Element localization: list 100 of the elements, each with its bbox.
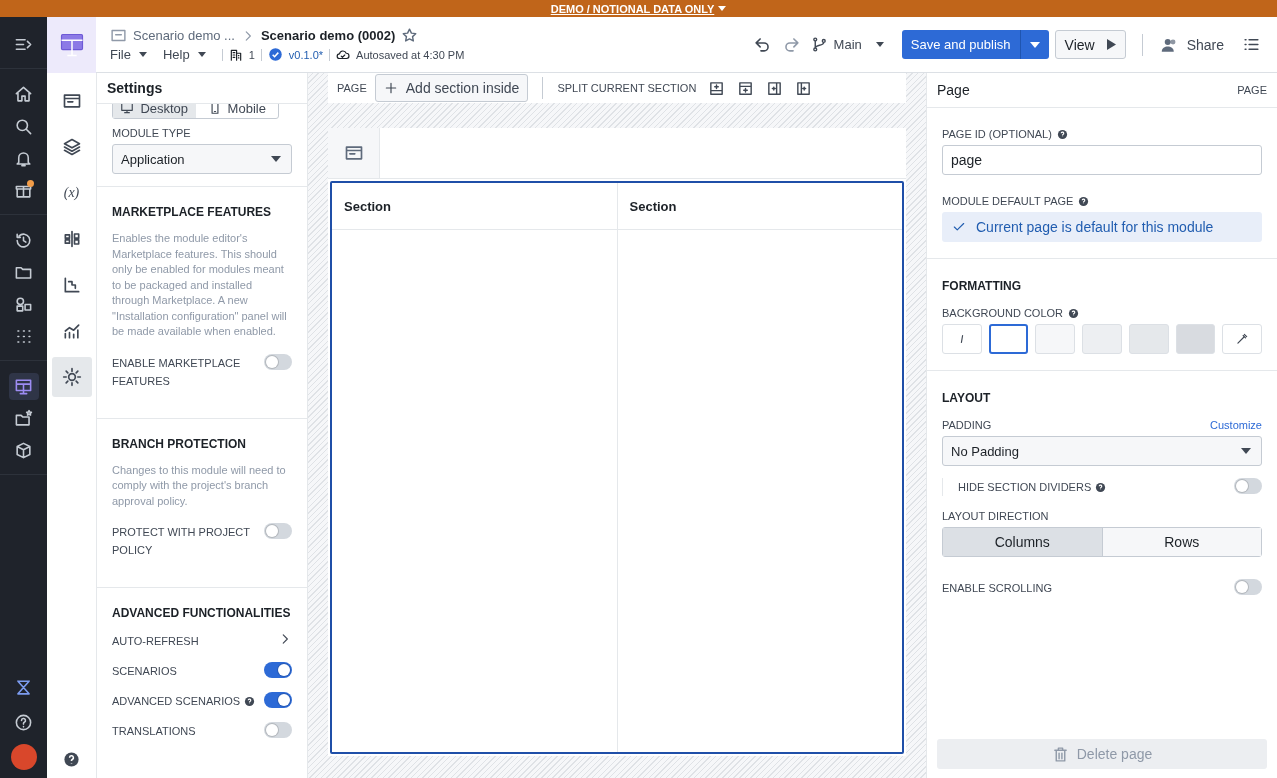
color-picker-button[interactable]	[1222, 324, 1263, 354]
rail-button[interactable]	[8, 373, 39, 400]
panel-title: Settings	[107, 80, 163, 96]
setting-label: PROTECT WITH PROJECT POLICY	[112, 525, 251, 558]
add-section-button[interactable]: Add section inside	[374, 74, 529, 102]
caret-icon	[197, 52, 206, 57]
folder-star-icon	[14, 409, 33, 428]
undo-icon[interactable]	[752, 35, 772, 54]
tool-tab[interactable]	[51, 357, 92, 397]
panel-title: Page	[937, 82, 970, 98]
setting-label: ENABLE MARKETPLACE FEATURES	[112, 355, 242, 389]
branch-selector[interactable]: Main	[810, 36, 884, 53]
trash-icon	[1051, 745, 1069, 763]
page-icon	[343, 143, 364, 163]
menu-button[interactable]: Help	[162, 47, 206, 62]
setting-label: ENABLE SCROLLING	[942, 581, 1053, 596]
star-icon[interactable]	[401, 27, 419, 44]
field-label: PADDING	[942, 419, 992, 431]
autosave-status: Autosaved at 4:30 PM	[356, 48, 465, 61]
toggle-switch[interactable]	[264, 523, 292, 539]
page-icon	[110, 27, 127, 44]
color-swatch[interactable]	[988, 324, 1029, 354]
layers-icon	[61, 137, 82, 157]
caret-icon	[138, 52, 147, 57]
section-title: BRANCH PROTECTION	[112, 436, 247, 451]
callout-text: Current page is default for this module	[976, 219, 1214, 235]
search-icon	[14, 117, 33, 136]
layout-direction-option[interactable]: Columns	[943, 528, 1103, 556]
toggle-switch[interactable]	[1234, 478, 1262, 494]
toolbar-label: SPLIT CURRENT SECTION	[557, 82, 697, 94]
caret-icon	[271, 156, 281, 162]
save-and-publish-button[interactable]: Save and publish	[901, 30, 1021, 59]
section-description: Changes to this module will need to comply with the project's branch approval policy.	[112, 462, 287, 509]
toggle-switch[interactable]	[264, 353, 292, 370]
view-button[interactable]: View	[1054, 30, 1126, 59]
building-icon	[228, 47, 243, 62]
breadcrumb-link[interactable]: Scenario demo ...	[133, 28, 235, 43]
caret-icon	[1241, 448, 1251, 454]
split-below-icon[interactable]	[737, 79, 755, 97]
setting-label: ADVANCED SCENARIOS	[112, 692, 256, 710]
help-icon[interactable]	[244, 695, 256, 707]
section-header[interactable]: Section	[617, 183, 902, 230]
toggle-switch[interactable]	[264, 692, 292, 708]
split-above-icon[interactable]	[708, 79, 726, 97]
caret-icon	[718, 6, 727, 11]
field-label: MODULE DEFAULT PAGE	[942, 195, 1262, 207]
section-title: LAYOUT	[942, 391, 992, 405]
history-icon	[14, 231, 33, 250]
page-id-field[interactable]: page	[942, 145, 1262, 175]
notification-dot	[26, 180, 34, 187]
help-icon[interactable]	[1068, 307, 1080, 319]
shapes-icon	[14, 295, 33, 314]
layout-direction-option[interactable]: Rows	[1102, 528, 1261, 556]
help-icon[interactable]	[1078, 195, 1090, 207]
toggle-switch[interactable]	[1234, 579, 1262, 595]
help-icon[interactable]	[1095, 481, 1107, 493]
section-title: ADVANCED FUNCTIONALITIES	[112, 606, 292, 620]
split-right-icon[interactable]	[795, 79, 813, 97]
checkmark-icon	[952, 220, 966, 234]
help-icon[interactable]	[63, 751, 80, 768]
device-toggle[interactable]: Mobile	[195, 104, 278, 118]
cube-icon	[14, 441, 33, 460]
section-title: FORMATTING	[942, 279, 1023, 293]
section-container[interactable]: Section Section	[330, 181, 904, 754]
setting-label: SCENARIOS	[112, 664, 177, 679]
help-icon[interactable]	[1056, 128, 1068, 140]
project-count: 1	[248, 48, 255, 61]
section-title: MARKETPLACE FEATURES	[112, 205, 273, 219]
toggle-switch[interactable]	[264, 662, 292, 678]
tool-tab[interactable]: (x)	[51, 173, 92, 213]
version-link[interactable]: v0.1.0*	[288, 48, 324, 61]
no-color-swatch[interactable]	[942, 324, 982, 354]
banner-link[interactable]: DEMO / NOTIONAL DATA ONLY	[550, 2, 715, 15]
avatar[interactable]	[10, 744, 37, 770]
page-icon	[61, 91, 82, 111]
eyedropper-icon	[1235, 332, 1250, 346]
toggle-switch[interactable]	[264, 722, 292, 738]
split-left-icon[interactable]	[766, 79, 784, 97]
toolbar-label: PAGE	[337, 82, 367, 94]
module-title: Scenario demo (0002)	[260, 28, 396, 43]
caret-icon	[1029, 41, 1040, 48]
menu-button[interactable]: File	[110, 47, 147, 62]
save-options-button[interactable]	[1020, 30, 1049, 59]
verified-badge-icon	[267, 47, 283, 62]
bell-icon	[14, 149, 33, 168]
setting-label: HIDE SECTION DIVIDERS	[958, 478, 1107, 496]
setting-label: TRANSLATIONS	[112, 724, 196, 739]
share-button[interactable]: Share	[1158, 35, 1232, 54]
section-description: Enables the module editor's Marketplace features. This should only be enabled for modules meant to be packaged and installed through Marketplace. A new "Installation configuration" panel will be made available when enabled.	[112, 231, 288, 339]
field-label: PAGE ID (OPTIONAL)	[942, 128, 1262, 140]
grid-icon	[14, 327, 33, 346]
section-header[interactable]: Section	[332, 183, 617, 230]
caret-icon	[875, 42, 884, 47]
monitor-icon	[120, 104, 135, 115]
module-type-select[interactable]: Application	[112, 144, 292, 174]
page-tab[interactable]	[328, 128, 380, 178]
device-toggle[interactable]: Desktop	[113, 104, 196, 118]
padding-select[interactable]: No Padding	[942, 436, 1262, 466]
field-label: MODULE TYPE	[112, 127, 192, 139]
customize-link[interactable]: Customize	[1210, 419, 1262, 431]
